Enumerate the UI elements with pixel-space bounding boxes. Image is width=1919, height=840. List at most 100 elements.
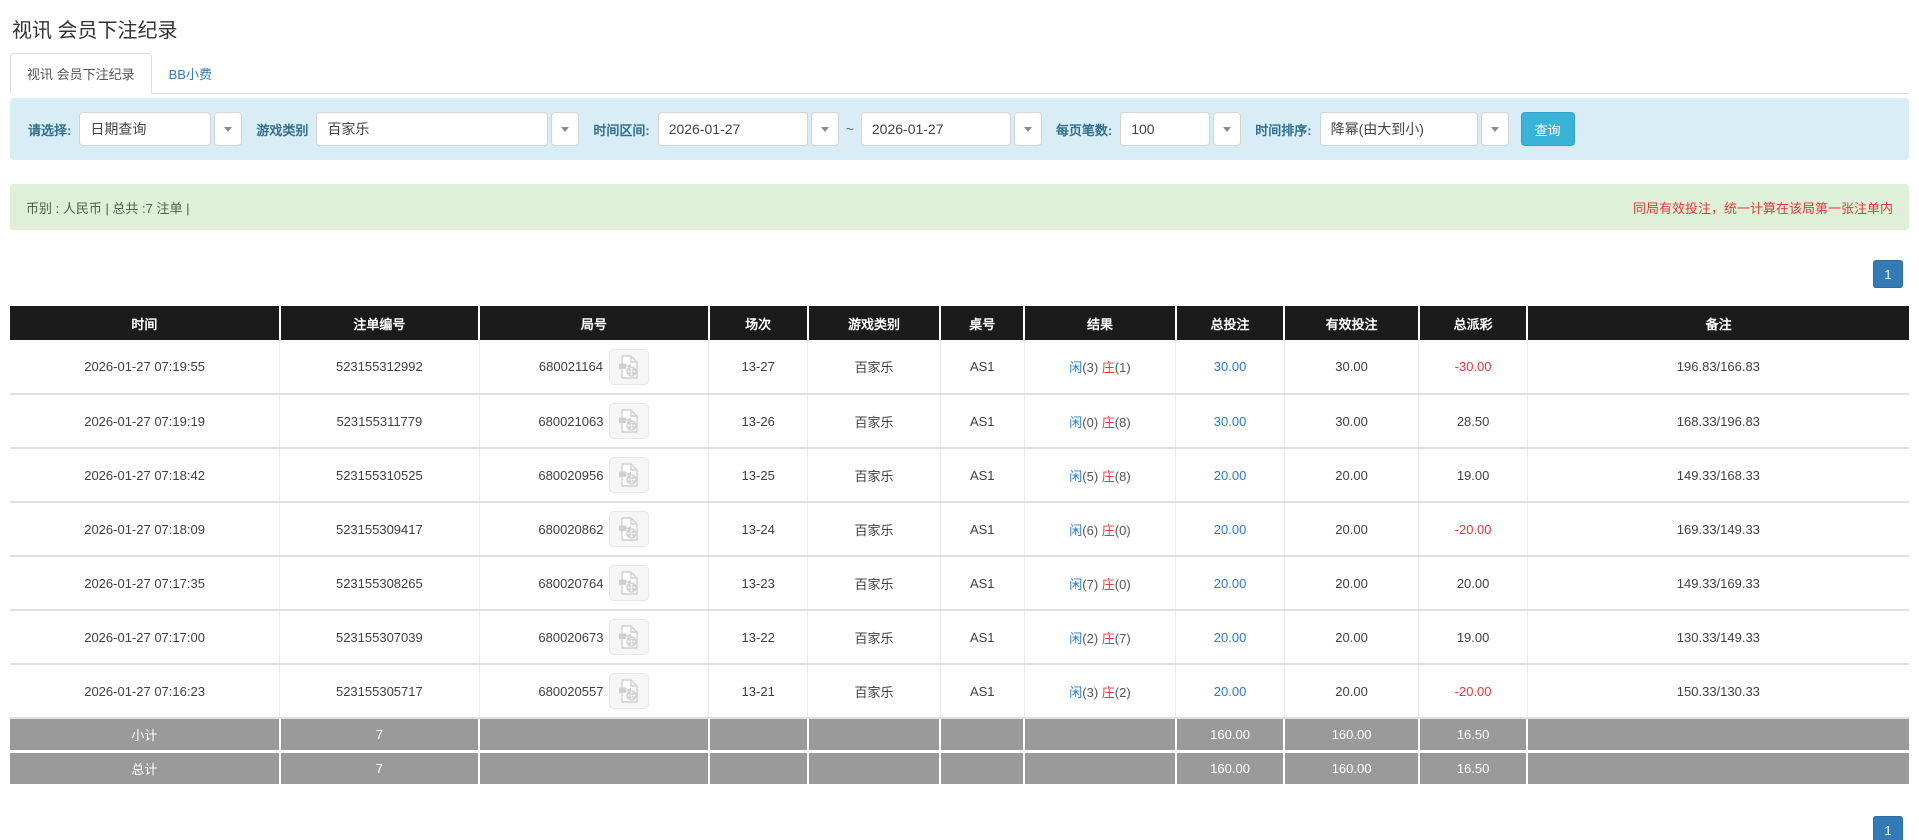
cell-total-bet[interactable]: 30.00 (1175, 340, 1285, 395)
result-banker-count: (0) (1114, 576, 1131, 592)
dropdown-arrow-icon[interactable] (1013, 112, 1042, 146)
video-replay-icon[interactable] (609, 511, 650, 547)
cell-table: AS1 (939, 340, 1025, 395)
round-number: 680020673 (538, 629, 604, 645)
table-row: 2026-01-27 07:19:55 523155312992 6800211… (10, 340, 1909, 395)
cell-table: AS1 (939, 664, 1025, 719)
subtotal-count: 7 (278, 717, 481, 751)
cell-game: 百家乐 (807, 610, 941, 665)
cell-note: 149.33/169.33 (1526, 556, 1909, 611)
tab-video-bet-records[interactable]: 视讯 会员下注纪录 (10, 53, 152, 94)
video-replay-icon[interactable] (609, 619, 650, 655)
cell-table: AS1 (939, 448, 1025, 503)
cell-session: 13-27 (708, 340, 809, 395)
dropdown-arrow-icon[interactable] (214, 112, 243, 146)
dropdown-arrow-icon[interactable] (1480, 112, 1509, 146)
result-player-label: 闲 (1069, 468, 1083, 484)
game-type-select[interactable]: 百家乐 (316, 112, 580, 146)
cell-total-bet[interactable]: 20.00 (1175, 610, 1285, 665)
column-header: 结果 (1023, 306, 1177, 340)
date-from-select[interactable]: 2026-01-27 (657, 112, 839, 146)
table-row: 2026-01-27 07:18:09 523155309417 6800208… (10, 502, 1909, 557)
cell-note: 168.33/196.83 (1526, 394, 1909, 449)
result-player-count: (7) (1082, 576, 1099, 592)
date-from-value[interactable]: 2026-01-27 (657, 112, 808, 146)
cell-valid-bet: 20.00 (1283, 664, 1420, 719)
cell-valid-bet: 20.00 (1283, 610, 1420, 665)
table-row: 2026-01-27 07:18:42 523155310525 6800209… (10, 448, 1909, 503)
table-header-row: 时间 注单编号 局号 场次 游戏类别 桌号 结果 总投注 有效投注 总派彩 备注 (10, 306, 1909, 340)
cell-time: 2026-01-27 07:19:19 (10, 394, 281, 449)
cell-session: 13-25 (708, 448, 809, 503)
query-type-value[interactable]: 日期查询 (79, 112, 212, 146)
video-replay-icon[interactable] (609, 565, 650, 601)
date-range-tilde: ~ (845, 121, 854, 137)
time-sort-value[interactable]: 降幂(由大到小) (1319, 112, 1478, 146)
video-replay-icon[interactable] (609, 457, 650, 493)
cell-result: 闲(5) 庄(8) (1023, 448, 1177, 503)
cell-total-bet[interactable]: 20.00 (1175, 556, 1285, 611)
per-page-select[interactable]: 100 (1120, 112, 1242, 146)
cell-total-bet[interactable]: 20.00 (1175, 502, 1285, 557)
cell-total-bet[interactable]: 30.00 (1175, 394, 1285, 449)
game-type-label: 游戏类别 (256, 122, 309, 138)
cell-result: 闲(3) 庄(1) (1023, 340, 1177, 395)
subtotal-label: 小计 (10, 717, 281, 751)
result-player-label: 闲 (1069, 684, 1083, 700)
cell-session: 13-23 (708, 556, 809, 611)
subtotal-payout: 16.50 (1417, 717, 1529, 751)
query-type-select[interactable]: 日期查询 (79, 112, 243, 146)
date-to-select[interactable]: 2026-01-27 (860, 112, 1042, 146)
cell-payout: 28.50 (1418, 394, 1528, 449)
total-count: 7 (278, 749, 481, 784)
video-replay-icon[interactable] (609, 673, 650, 709)
result-player-count: (6) (1082, 522, 1099, 538)
result-banker-count: (7) (1114, 630, 1131, 646)
round-number: 680021063 (538, 413, 604, 429)
cell-note: 169.33/149.33 (1526, 502, 1909, 557)
dropdown-arrow-icon[interactable] (551, 112, 580, 146)
cell-bet-id: 523155312992 (279, 340, 480, 395)
date-to-value[interactable]: 2026-01-27 (860, 112, 1011, 146)
cell-result: 闲(7) 庄(0) (1023, 556, 1177, 611)
dropdown-arrow-icon[interactable] (1213, 112, 1242, 146)
result-banker-count: (1) (1114, 360, 1131, 375)
cell-game: 百家乐 (807, 664, 941, 719)
per-page-value[interactable]: 100 (1120, 112, 1211, 146)
page-1-button[interactable]: 1 (1873, 260, 1903, 288)
time-range-label: 时间区间: (593, 122, 650, 138)
tab-bar: 视讯 会员下注纪录 BB小费 (10, 53, 1909, 94)
cell-bet-id: 523155311779 (279, 394, 480, 449)
table-row: 2026-01-27 07:16:23 523155305717 6800205… (10, 664, 1909, 719)
page-title: 视讯 会员下注纪录 (12, 20, 178, 42)
time-sort-select[interactable]: 降幂(由大到小) (1319, 112, 1509, 146)
result-player-label: 闲 (1069, 630, 1083, 646)
cell-note: 130.33/149.33 (1526, 610, 1909, 665)
column-header: 桌号 (939, 306, 1026, 340)
result-banker-label: 庄 (1101, 360, 1115, 375)
cell-total-bet[interactable]: 20.00 (1175, 448, 1285, 503)
round-number: 680020764 (538, 575, 604, 591)
cell-total-bet[interactable]: 20.00 (1175, 664, 1285, 719)
game-type-value[interactable]: 百家乐 (316, 112, 549, 146)
cell-note: 149.33/168.33 (1526, 448, 1909, 503)
cell-result: 闲(3) 庄(2) (1023, 664, 1177, 719)
round-number: 680021164 (538, 359, 603, 374)
same-round-note-text: 同局有效投注，统一计算在该局第一张注单内 (1632, 200, 1893, 216)
cell-game: 百家乐 (807, 448, 941, 503)
dropdown-arrow-icon[interactable] (810, 112, 839, 146)
tab-bb-tip[interactable]: BB小费 (152, 53, 229, 94)
video-replay-icon[interactable] (609, 403, 650, 439)
pagination-bottom: 1 (10, 816, 1909, 840)
cell-table: AS1 (939, 394, 1025, 449)
subtotal-row: 小计 7 160.00 160.00 16.50 (10, 717, 1909, 751)
page-1-button[interactable]: 1 (1873, 816, 1903, 840)
column-header: 局号 (478, 306, 710, 340)
search-button[interactable]: 查询 (1520, 112, 1575, 146)
cell-valid-bet: 20.00 (1283, 502, 1420, 557)
video-replay-icon[interactable] (608, 348, 649, 385)
column-header: 注单编号 (278, 306, 481, 340)
subtotal-valid-bet: 160.00 (1283, 717, 1420, 751)
cell-table: AS1 (939, 502, 1025, 557)
table-row: 2026-01-27 07:17:35 523155308265 6800207… (10, 556, 1909, 611)
